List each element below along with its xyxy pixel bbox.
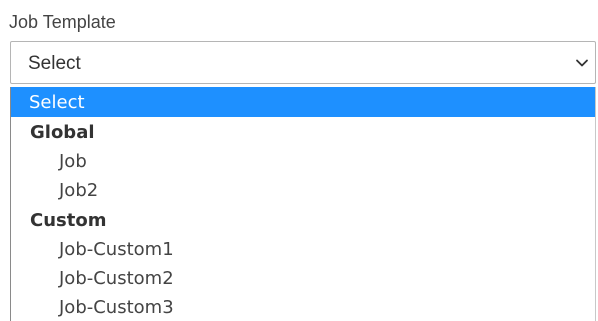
chevron-down-icon bbox=[576, 59, 588, 67]
option-job-custom2[interactable]: Job-Custom2 bbox=[11, 264, 595, 293]
job-template-label: Job Template bbox=[9, 12, 116, 32]
option-job2[interactable]: Job2 bbox=[11, 176, 595, 205]
option-job[interactable]: Job bbox=[11, 147, 595, 176]
optgroup-custom-label: Custom bbox=[30, 210, 107, 231]
option-job-custom3[interactable]: Job-Custom3 bbox=[11, 293, 595, 321]
option-select[interactable]: Select bbox=[11, 87, 595, 117]
job-template-dropdown-list: Select Global Job Job2 Custom Job-Custom… bbox=[10, 87, 596, 321]
option-job-custom1[interactable]: Job-Custom1 bbox=[11, 235, 595, 264]
optgroup-global-label: Global bbox=[30, 122, 95, 143]
job-template-select[interactable]: Select bbox=[10, 41, 596, 84]
select-current-value: Select bbox=[28, 53, 81, 74]
